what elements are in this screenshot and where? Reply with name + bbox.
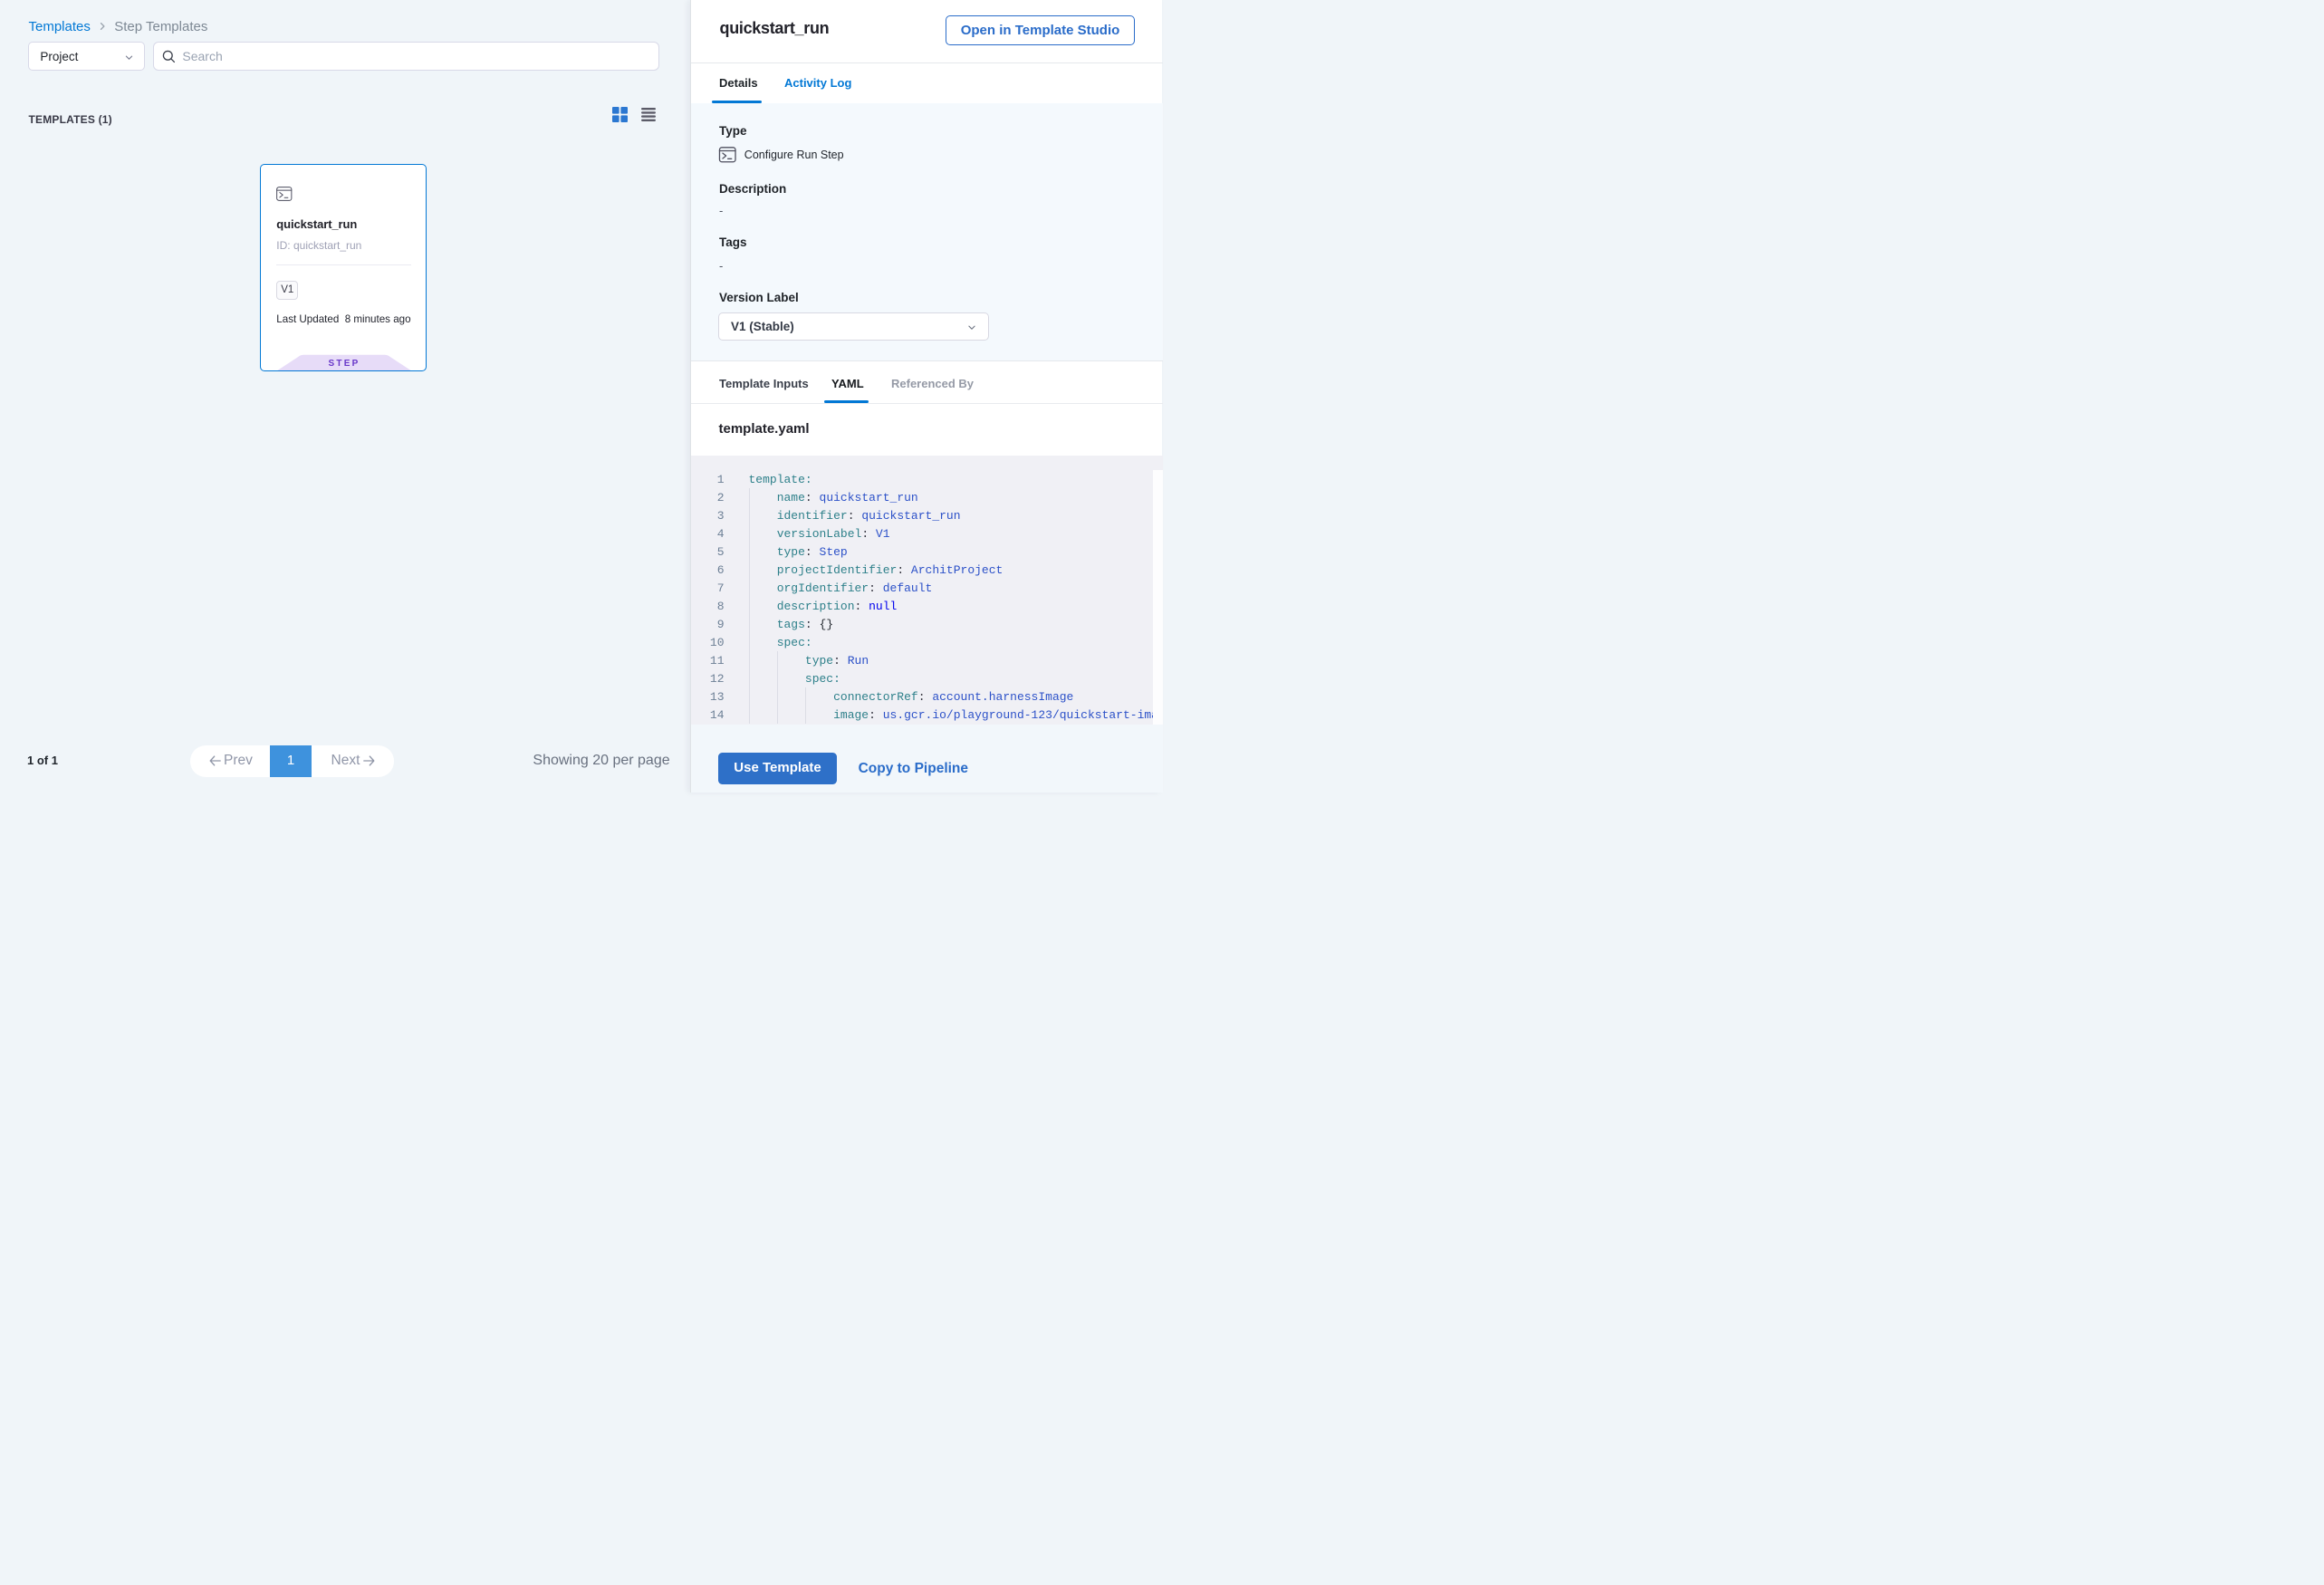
svg-text:STEP: STEP bbox=[329, 359, 360, 369]
